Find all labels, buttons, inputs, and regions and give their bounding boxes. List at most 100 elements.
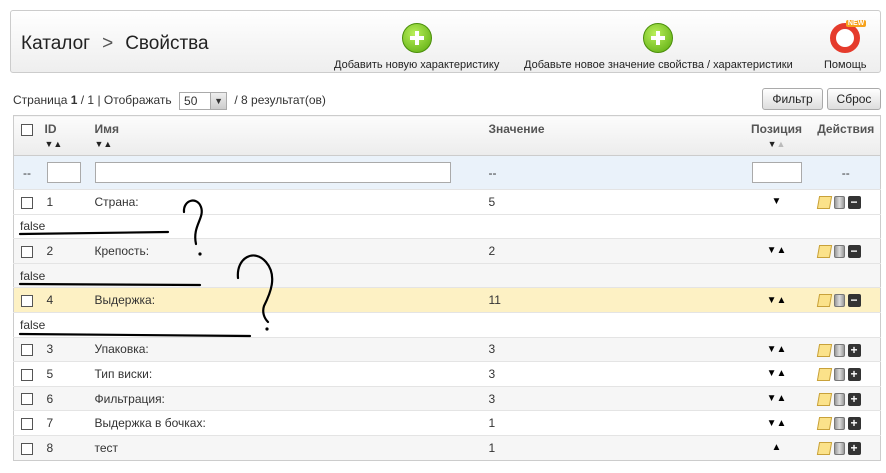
col-position[interactable]: Позиция <box>751 122 802 136</box>
edit-icon[interactable] <box>816 368 832 382</box>
row-checkbox[interactable] <box>21 245 33 258</box>
add-value-label: Добавьте новое значение свойства / харак… <box>524 59 793 71</box>
edit-icon[interactable] <box>816 195 832 209</box>
filter-id-input[interactable] <box>46 162 81 183</box>
help-button[interactable]: NEW Помощь <box>824 20 867 71</box>
row-id: 8 <box>44 434 95 461</box>
move-arrows-icon[interactable]: ▼▲ <box>741 385 812 411</box>
edit-icon[interactable] <box>816 417 832 431</box>
edit-icon[interactable] <box>816 294 832 308</box>
row-name: Тип виски: <box>94 361 489 387</box>
add-characteristic-button[interactable]: Добавить новую характеристику <box>334 23 499 71</box>
row-id: 4 <box>44 287 95 313</box>
total-pages: / 1 <box>80 93 95 108</box>
breadcrumb: Каталог > Свойства <box>21 33 209 55</box>
move-arrows-icon[interactable]: ▼ <box>741 189 812 215</box>
breadcrumb-current: Свойства <box>125 33 209 54</box>
help-label: Помощь <box>824 59 867 71</box>
edit-icon[interactable] <box>816 441 832 455</box>
per-page-value: 50 <box>184 94 198 108</box>
filter-value-dash: -- <box>488 155 742 190</box>
toolbar: Каталог > Свойства Добавить новую характер… <box>10 10 881 73</box>
table-row[interactable]: 2 Крепость: 2 ▼▲ − <box>13 238 881 264</box>
trash-icon[interactable] <box>833 392 845 406</box>
false-row: false <box>13 311 881 338</box>
move-arrows-icon[interactable]: ▼▲ <box>741 238 812 264</box>
row-id: 5 <box>44 361 95 387</box>
filter-position-input[interactable] <box>751 162 802 183</box>
table-row[interactable]: 6 Фильтрация: 3 ▼▲ + <box>13 385 881 411</box>
pagination: Страница 1 / 1 | Отображать 50 ▼ / 8 резу… <box>13 92 326 110</box>
expand-icon[interactable]: + <box>847 343 861 357</box>
sort-icon[interactable]: ▼▲ <box>95 139 489 149</box>
trash-icon[interactable] <box>833 294 845 308</box>
sort-icon[interactable]: ▼▲ <box>742 139 812 149</box>
edit-icon[interactable] <box>816 245 832 259</box>
edit-icon[interactable] <box>816 343 832 357</box>
row-value: 5 <box>488 189 742 215</box>
row-name: Фильтрация: <box>94 385 489 411</box>
show-label: | Отображать <box>97 93 172 108</box>
filter-button[interactable]: Фильтр <box>762 88 823 110</box>
sort-icon[interactable]: ▼▲ <box>45 139 95 149</box>
col-id[interactable]: ID <box>45 122 57 136</box>
expand-icon[interactable]: + <box>847 368 861 382</box>
row-id: 3 <box>44 336 95 362</box>
table-row[interactable]: 1 Страна: 5 ▼ − <box>13 189 881 215</box>
per-page-select[interactable]: 50 ▼ <box>179 92 228 110</box>
trash-icon[interactable] <box>833 245 845 259</box>
reset-button[interactable]: Сброс <box>827 88 881 110</box>
row-value: 1 <box>488 410 742 436</box>
filter-name-input[interactable] <box>94 162 451 183</box>
breadcrumb-catalog[interactable]: Каталог <box>21 33 90 54</box>
trash-icon[interactable] <box>833 441 845 455</box>
row-id: 6 <box>44 385 95 411</box>
filter-actions-dash: -- <box>811 155 881 190</box>
row-checkbox[interactable] <box>21 417 33 430</box>
expand-icon[interactable]: + <box>847 392 861 406</box>
collapse-icon[interactable]: − <box>847 245 861 259</box>
row-name: тест <box>94 434 489 461</box>
table-row[interactable]: 4 Выдержка: 11 ▼▲ − <box>13 287 881 313</box>
row-name: Выдержка в бочках: <box>94 410 489 436</box>
row-id: 2 <box>44 238 95 264</box>
table-row[interactable]: 8 тест 1 ▲ + <box>13 434 881 461</box>
expand-icon[interactable]: + <box>847 417 861 431</box>
properties-table: ID ▼▲ Имя ▼▲ Значение Позиция ▼▲ Действия -… <box>13 115 881 461</box>
select-all-checkbox[interactable] <box>21 123 33 136</box>
table-row[interactable]: 7 Выдержка в бочках: 1 ▼▲ + <box>13 410 881 436</box>
move-arrows-icon[interactable]: ▼▲ <box>741 361 812 387</box>
row-checkbox[interactable] <box>21 295 33 307</box>
trash-icon[interactable] <box>833 343 845 357</box>
row-value: 3 <box>488 336 742 362</box>
row-value: 3 <box>488 385 742 411</box>
new-badge: NEW <box>845 20 867 27</box>
move-arrows-icon[interactable]: ▼▲ <box>741 336 812 362</box>
row-checkbox[interactable] <box>21 196 33 209</box>
row-checkbox[interactable] <box>21 442 33 455</box>
filter-row: -- -- -- <box>13 155 881 190</box>
table-row[interactable]: 5 Тип виски: 3 ▼▲ + <box>13 361 881 387</box>
edit-icon[interactable] <box>816 392 832 406</box>
trash-icon[interactable] <box>833 368 845 382</box>
false-text: false <box>13 213 881 239</box>
expand-icon[interactable]: + <box>847 441 861 455</box>
false-row: false <box>13 262 881 288</box>
col-name[interactable]: Имя <box>95 122 120 136</box>
lifebuoy-icon: NEW <box>830 20 867 53</box>
collapse-icon[interactable]: − <box>847 294 861 308</box>
breadcrumb-separator: > <box>102 33 114 54</box>
row-checkbox[interactable] <box>21 393 33 406</box>
row-checkbox[interactable] <box>21 344 33 357</box>
row-name: Страна: <box>94 189 489 215</box>
page-number: 1 <box>70 93 78 108</box>
collapse-icon[interactable]: − <box>847 195 861 209</box>
move-arrows-icon[interactable]: ▼▲ <box>741 287 812 313</box>
trash-icon[interactable] <box>833 195 845 209</box>
table-row[interactable]: 3 Упаковка: 3 ▼▲ + <box>13 336 881 362</box>
move-arrows-icon[interactable]: ▼▲ <box>741 410 812 436</box>
add-value-button[interactable]: Добавьте новое значение свойства / харак… <box>524 23 793 71</box>
trash-icon[interactable] <box>833 417 845 431</box>
row-checkbox[interactable] <box>21 368 33 381</box>
move-arrows-icon[interactable]: ▲ <box>741 434 812 461</box>
